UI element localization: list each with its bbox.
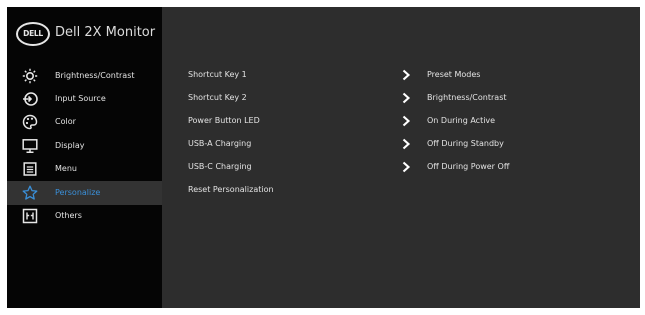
chevron-right-icon[interactable] (401, 88, 411, 108)
value-usb-c-charging: Off During Power Off (427, 162, 510, 171)
setting-shortcut-key-1[interactable]: Shortcut Key 1 (188, 65, 398, 85)
menu-item-label: Menu (55, 164, 77, 173)
menu-item-label: Personalize (55, 188, 101, 197)
menu-item-input-source[interactable]: Input Source (7, 87, 162, 111)
chevron-right-icon[interactable] (401, 65, 411, 85)
value-shortcut-key-1: Preset Modes (427, 70, 481, 79)
menu-item-display[interactable]: Display (7, 134, 162, 158)
monitor-osd: DELL Dell 2X Monitor Brightness/Contrast… (7, 7, 640, 308)
setting-usb-c-charging[interactable]: USB-C Charging (188, 157, 398, 177)
setting-shortcut-key-2[interactable]: Shortcut Key 2 (188, 88, 398, 108)
palette-icon (22, 114, 38, 130)
menu-item-label: Brightness/Contrast (55, 71, 135, 80)
setting-power-button-led[interactable]: Power Button LED (188, 111, 398, 131)
sun-icon (22, 68, 38, 84)
value-power-button-led: On During Active (427, 116, 496, 125)
osd-sidebar: DELL Dell 2X Monitor Brightness/Contrast… (7, 7, 162, 308)
menu-item-brightness-contrast[interactable]: Brightness/Contrast (7, 64, 162, 88)
chevron-right-icon[interactable] (401, 157, 411, 177)
menu-icon (23, 162, 37, 176)
menu-item-personalize[interactable]: Personalize (7, 181, 162, 205)
chevron-right-icon[interactable] (401, 111, 411, 131)
chevron-right-icon[interactable] (401, 134, 411, 154)
input-source-icon (23, 92, 38, 106)
menu-item-color[interactable]: Color (7, 110, 162, 134)
value-usb-a-charging: Off During Standby (427, 139, 504, 148)
menu-item-label: Display (55, 141, 85, 150)
menu-item-label: Input Source (55, 94, 106, 103)
reset-personalization-button[interactable]: Reset Personalization (188, 180, 398, 200)
menu-item-label: Others (55, 211, 82, 220)
menu-item-label: Color (55, 117, 76, 126)
value-shortcut-key-2: Brightness/Contrast (427, 93, 507, 102)
monitor-icon (22, 139, 38, 153)
menu-item-others[interactable]: Others (7, 204, 162, 228)
others-icon (22, 208, 38, 224)
setting-usb-a-charging[interactable]: USB-A Charging (188, 134, 398, 154)
monitor-model-name: Dell 2X Monitor (55, 25, 156, 40)
dell-logo: DELL (16, 22, 50, 46)
menu-item-menu[interactable]: Menu (7, 157, 162, 181)
star-icon (22, 185, 38, 200)
